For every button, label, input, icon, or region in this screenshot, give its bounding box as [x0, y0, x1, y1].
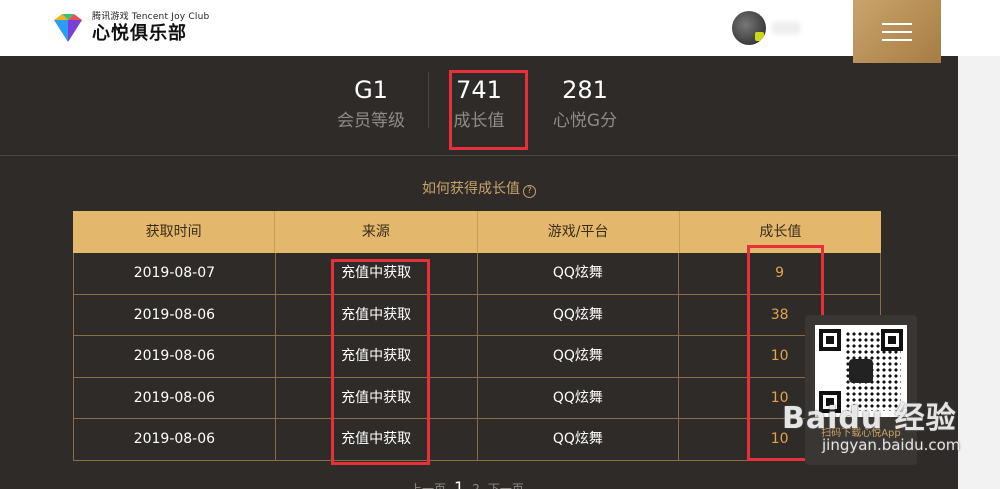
qr-logo-icon: [849, 359, 873, 383]
table-header: 获取时间 来源 游戏/平台 成长值: [73, 211, 881, 253]
qr-finder: [881, 329, 903, 351]
cell-time: 2019-08-07: [74, 253, 276, 294]
logo-icon: [54, 14, 82, 42]
cell-game: QQ炫舞: [478, 377, 680, 418]
cell-time: 2019-08-06: [74, 419, 276, 460]
table-row: 2019-08-06 充值中获取 QQ炫舞 10: [73, 419, 881, 461]
qr-finder: [819, 329, 841, 351]
stat-g-points: 281 心悦G分: [535, 74, 635, 134]
next-page-link[interactable]: 下一页: [488, 480, 524, 489]
menu-button[interactable]: [853, 0, 941, 63]
cell-source: 充值中获取: [276, 294, 478, 335]
stats-divider-line: [0, 155, 958, 156]
table-row: 2019-08-06 充值中获取 QQ炫舞 10: [73, 377, 881, 419]
column-header-game: 游戏/平台: [478, 211, 680, 253]
table-row: 2019-08-06 充值中获取 QQ炫舞 38: [73, 294, 881, 336]
hamburger-icon-line: [882, 30, 912, 33]
prev-page-link[interactable]: 上一页: [410, 480, 446, 489]
username-blurred: [772, 22, 800, 34]
table-row: 2019-08-06 充值中获取 QQ炫舞 10: [73, 336, 881, 378]
stats-bar: G1 会员等级 741 成长值 281 心悦G分: [0, 60, 958, 156]
page-2-link[interactable]: 2: [472, 482, 480, 489]
stat-label: 成长值: [453, 111, 505, 131]
column-header-growth: 成长值: [759, 224, 802, 240]
stat-label: 会员等级: [337, 111, 405, 131]
cell-source: 充值中获取: [276, 336, 478, 377]
cell-time: 2019-08-06: [74, 336, 276, 377]
stat-value: 281: [562, 76, 608, 104]
logo-title: 心悦俱乐部: [92, 22, 187, 44]
baidu-watermark: Baidu 经验 jingyan.baidu.com: [782, 401, 961, 455]
stat-growth-value[interactable]: 741 成长值: [429, 74, 529, 134]
watermark-url: jingyan.baidu.com: [822, 436, 961, 454]
stat-member-level: G1 会员等级: [321, 74, 421, 134]
cell-source: 充值中获取: [276, 253, 478, 294]
cell-time: 2019-08-06: [74, 377, 276, 418]
column-header-source: 来源: [275, 211, 478, 253]
growth-records-table: 获取时间 来源 游戏/平台 成长值 2019-08-07 充值中获取 QQ炫舞 …: [73, 211, 881, 461]
current-page[interactable]: 1: [454, 478, 464, 489]
cell-game: QQ炫舞: [478, 294, 680, 335]
watermark-logo-text: Baidu 经验: [782, 401, 957, 436]
cell-source: 充值中获取: [276, 377, 478, 418]
table-row: 2019-08-07 充值中获取 QQ炫舞 9: [73, 253, 881, 295]
cell-time: 2019-08-06: [74, 294, 276, 335]
top-bar: 腾讯游戏 Tencent Joy Club 心悦俱乐部: [0, 0, 1000, 56]
avatar-badge: [755, 32, 764, 41]
avatar[interactable]: [732, 11, 766, 45]
stat-value: G1: [354, 76, 388, 104]
cell-game: QQ炫舞: [478, 336, 680, 377]
page-edge: [958, 56, 1000, 489]
column-header-time: 获取时间: [73, 211, 276, 253]
how-to-get-growth-link[interactable]: 如何获得成长值?: [0, 178, 958, 198]
logo-subtitle: 腾讯游戏 Tencent Joy Club: [92, 11, 210, 22]
question-circle-icon: ?: [523, 185, 536, 198]
help-link-text: 如何获得成长值: [422, 181, 520, 197]
stat-label: 心悦G分: [552, 111, 618, 131]
hamburger-icon-line: [882, 38, 912, 41]
logo-text: 腾讯游戏 Tencent Joy Club 心悦俱乐部: [92, 12, 209, 45]
hamburger-icon-line: [882, 22, 912, 25]
cell-game: QQ炫舞: [478, 419, 680, 460]
pagination: 上一页 1 2 下一页: [410, 478, 524, 489]
stat-value: 741: [456, 76, 502, 104]
logo[interactable]: 腾讯游戏 Tencent Joy Club 心悦俱乐部: [50, 10, 209, 46]
cell-game: QQ炫舞: [478, 253, 680, 294]
cell-source: 充值中获取: [276, 419, 478, 460]
cell-growth: 9: [775, 265, 785, 281]
